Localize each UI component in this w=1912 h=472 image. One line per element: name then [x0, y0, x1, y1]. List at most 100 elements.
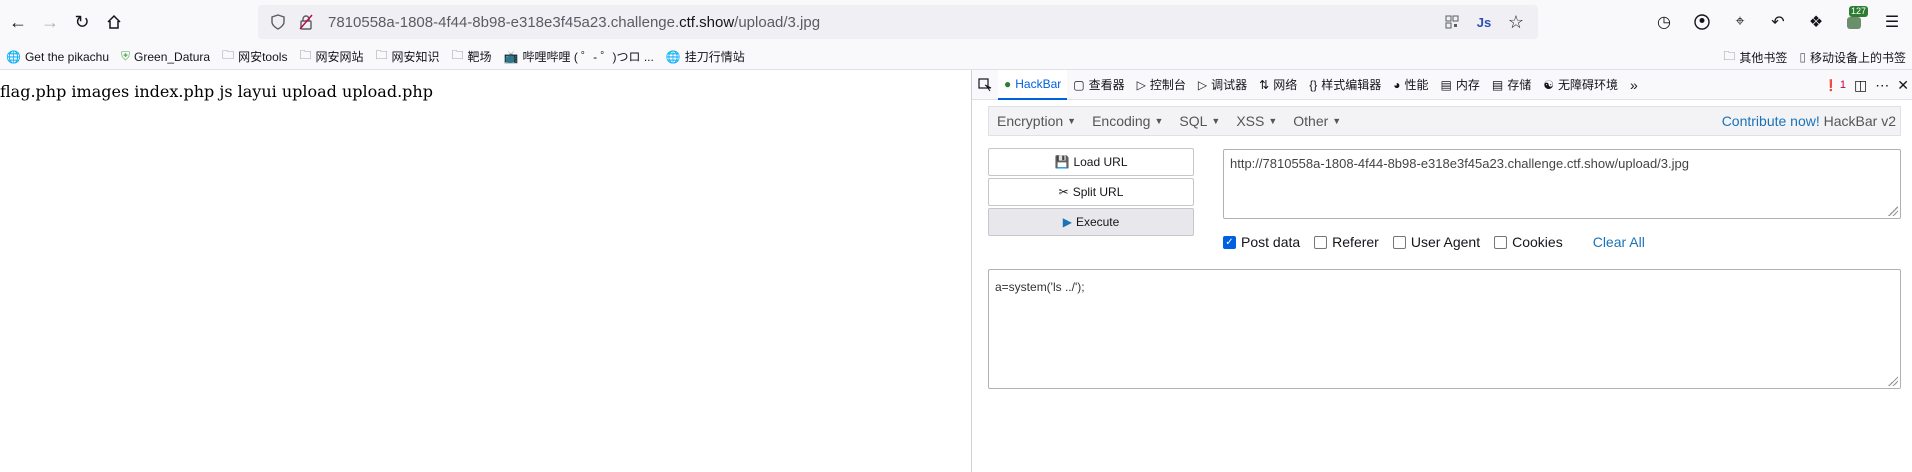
clear-all-link[interactable]: Clear All [1593, 234, 1645, 250]
tab-inspector[interactable]: ▢ 查看器 [1067, 70, 1130, 100]
menu-xss[interactable]: XSS ▼ [1228, 113, 1285, 129]
tab-style-editor[interactable]: {} 样式编辑器 [1303, 70, 1387, 100]
devtools-tabs: ● HackBar ▢ 查看器 ▷ 控制台 ▷ 调试器 ⇅ 网络 {} 样式编辑器 ◕ 性能 … [972, 69, 1912, 100]
tab-label: 内存 [1455, 78, 1480, 92]
bookmark-get-the-pikachu[interactable]: 🌐 Get the pikachu [0, 50, 115, 64]
memory-chip-icon: ▤ [1440, 77, 1452, 92]
undo-icon[interactable]: ↶ [1762, 6, 1794, 38]
caret-down-icon: ▼ [1067, 116, 1077, 126]
tab-memory[interactable]: ▤ 内存 [1435, 70, 1486, 100]
tab-performance[interactable]: ◕ 性能 [1387, 70, 1434, 100]
error-indicator[interactable]: ❗ 1 [1824, 79, 1846, 92]
menu-other[interactable]: Other ▼ [1285, 113, 1349, 129]
button-label: Split URL [1072, 185, 1124, 199]
menu-label: XSS [1236, 113, 1265, 129]
insecure-lock-icon[interactable] [292, 8, 320, 36]
bookmark-folder-tools[interactable]: 🗀 网安tools [216, 46, 293, 67]
caret-down-icon: ▼ [1211, 116, 1221, 126]
bookmark-folder-sites[interactable]: 🗀 网安网站 [293, 46, 369, 67]
globe-icon: 🌐 [665, 49, 681, 64]
bookmark-label: 网安知识 [391, 50, 440, 64]
execute-button[interactable]: ▶ Execute [988, 208, 1194, 236]
referer-checkbox[interactable]: Referer [1314, 234, 1379, 250]
menu-encryption[interactable]: Encryption ▼ [989, 113, 1084, 129]
bookmarks-bar: 🌐 Get the pikachu ⛨ Green_Datura 🗀 网安tools … [0, 44, 1912, 70]
folder-icon: 🗀 [222, 48, 235, 62]
inspector-icon: ▢ [1073, 77, 1085, 92]
bookmark-bilibili[interactable]: 📺 哔哩哔哩 ( ゜- ゜)つロ ... [498, 48, 660, 65]
star-icon[interactable]: ☆ [1502, 8, 1530, 36]
tab-label: 性能 [1404, 78, 1429, 92]
menu-hamburger-icon[interactable]: ☰ [1876, 6, 1908, 38]
globe-icon: 🌐 [6, 49, 21, 64]
menu-sql[interactable]: SQL ▼ [1171, 113, 1228, 129]
tab-accessibility[interactable]: ☯ 无障碍环境 [1537, 70, 1624, 100]
error-icon: ❗ [1824, 79, 1838, 92]
post-data-checkbox[interactable]: ✓ Post data [1223, 234, 1300, 250]
contribute-link[interactable]: Contribute now! [1722, 113, 1820, 129]
tab-label: 查看器 [1088, 78, 1125, 92]
bilibili-icon: 📺 [503, 49, 519, 64]
url-path: /upload/3.jpg [734, 13, 821, 31]
crop-icon[interactable]: ⌖ [1724, 6, 1756, 38]
menu-label: Other [1293, 113, 1329, 129]
close-icon[interactable]: ✕ [1897, 77, 1909, 94]
hackbar-menu: Encryption ▼ Encoding ▼ SQL ▼ XSS ▼ Other ▼ C… [988, 106, 1901, 136]
home-icon[interactable] [98, 6, 130, 38]
back-arrow-icon[interactable]: ← [2, 6, 34, 38]
tab-console[interactable]: ▷ 控制台 [1131, 70, 1192, 100]
hackbar-icon: ● [1004, 76, 1012, 91]
bookmark-folder-range[interactable]: 🗀 靶场 [446, 46, 498, 67]
shield-icon[interactable] [264, 8, 292, 36]
tab-label: 无障碍环境 [1557, 78, 1618, 92]
cookies-checkbox[interactable]: Cookies [1494, 234, 1563, 250]
more-tabs-chevron-icon[interactable]: » [1624, 70, 1644, 100]
qr-code-icon[interactable] [1438, 8, 1466, 36]
url-textarea[interactable]: http://7810558a-1808-4f44-8b98-e318e3f45… [1223, 149, 1901, 219]
url-bar[interactable]: 7810558a-1808-4f44-8b98-e318e3f45a23.cha… [258, 5, 1538, 39]
tab-network[interactable]: ⇅ 网络 [1253, 70, 1303, 100]
menu-encoding[interactable]: Encoding ▼ [1084, 113, 1171, 129]
tab-storage[interactable]: ▤ 存储 [1486, 70, 1537, 100]
checkbox-label: User Agent [1410, 234, 1481, 250]
folder-icon: 🗀 [1723, 48, 1736, 63]
bookmark-label: 网安网站 [315, 50, 364, 64]
bookmark-label: 网安tools [238, 50, 288, 64]
extensions-puzzle-icon[interactable]: ❖ [1800, 6, 1832, 38]
tab-debugger[interactable]: ▷ 调试器 [1192, 70, 1253, 100]
checkbox-icon [1494, 235, 1508, 249]
bookmark-folder-knowledge[interactable]: 🗀 网安知识 [369, 46, 445, 67]
reload-icon[interactable]: ↻ [66, 6, 98, 38]
url-text[interactable]: 7810558a-1808-4f44-8b98-e318e3f45a23.cha… [328, 14, 820, 31]
more-options-icon[interactable]: ⋯ [1875, 77, 1889, 94]
element-picker-icon[interactable] [972, 70, 998, 100]
history-clock-icon[interactable]: ◷ [1648, 6, 1680, 38]
folder-icon: 🗀 [451, 48, 464, 62]
dock-side-icon[interactable]: ◫ [1854, 77, 1867, 94]
bookmark-green-datura[interactable]: ⛨ Green_Datura [115, 49, 216, 64]
post-data-textarea[interactable]: a=system('ls ../'); [988, 269, 1901, 389]
tab-label: 存储 [1507, 78, 1532, 92]
bookmark-other[interactable]: 🗀 其他书签 [1717, 47, 1793, 68]
bookmark-market[interactable]: 🌐 挂刀行情站 [660, 48, 751, 65]
caret-down-icon: ▼ [1268, 116, 1278, 126]
tab-hackbar[interactable]: ● HackBar [998, 69, 1068, 100]
forward-arrow-icon[interactable]: → [34, 6, 66, 38]
split-url-button[interactable]: ✂ Split URL [988, 178, 1194, 206]
bookmark-mobile[interactable]: ▯ 移动设备上的书签 [1793, 49, 1912, 66]
js-extension-icon[interactable]: Js [1470, 8, 1498, 36]
bookmark-label: Get the pikachu [24, 49, 110, 64]
extension-counter-icon[interactable]: 127 [1838, 6, 1870, 38]
checkbox-icon [1314, 235, 1328, 249]
account-icon[interactable] [1686, 6, 1718, 38]
load-url-button[interactable]: 💾 Load URL [988, 148, 1194, 176]
resize-grip-icon[interactable] [1888, 206, 1898, 216]
resize-grip-icon[interactable] [1888, 376, 1898, 386]
menu-label: SQL [1179, 113, 1208, 129]
button-label: Load URL [1073, 155, 1128, 169]
devtools-panel: ● HackBar ▢ 查看器 ▷ 控制台 ▷ 调试器 ⇅ 网络 {} 样式编辑器 ◕ 性能 … [971, 69, 1912, 472]
user-agent-checkbox[interactable]: User Agent [1392, 234, 1481, 250]
tab-label: 网络 [1273, 78, 1298, 92]
folder-icon: 🗀 [375, 48, 388, 62]
bookmark-label: 移动设备上的书签 [1809, 50, 1906, 65]
